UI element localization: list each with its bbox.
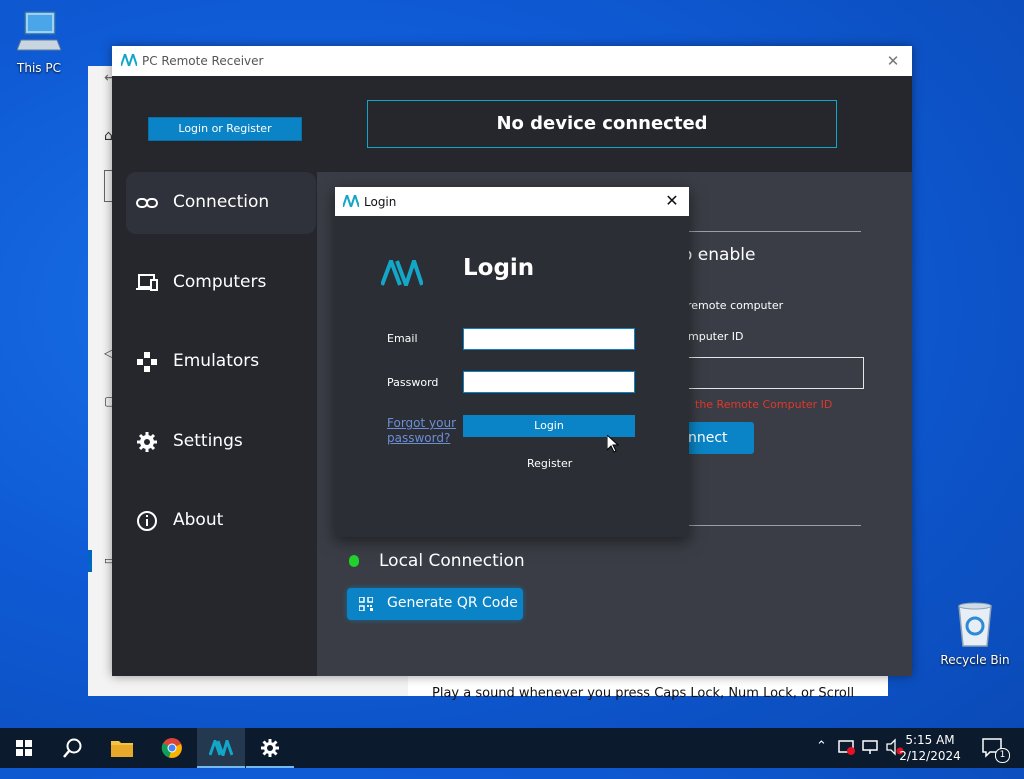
- network-warning-icon[interactable]: [838, 738, 856, 778]
- mouse-cursor-icon: [607, 435, 619, 453]
- app-logo-icon: [121, 54, 137, 66]
- sidebar-item-label: Settings: [173, 431, 243, 451]
- chrome-icon: [161, 738, 182, 758]
- connection-status-box: No device connected: [367, 100, 837, 148]
- sidebar-item-label: Emulators: [173, 351, 260, 371]
- computer-id-label-partial: mputer ID: [688, 330, 744, 343]
- section-divider-top: [672, 231, 861, 232]
- login-or-register-button[interactable]: Login or Register: [148, 117, 302, 141]
- login-button[interactable]: Login: [463, 415, 635, 437]
- clock-date: 2/12/2024: [899, 749, 961, 763]
- recycle-bin-label: Recycle Bin: [940, 653, 1010, 667]
- file-explorer-taskbar-button[interactable]: [98, 728, 146, 768]
- forgot-password-line2: password?: [387, 431, 451, 445]
- search-icon: [63, 738, 82, 758]
- selected-item-marker: [88, 550, 92, 572]
- generate-qr-code-label: Generate QR Code: [387, 595, 518, 611]
- computer-id-input[interactable]: [672, 357, 864, 389]
- search-button[interactable]: [48, 728, 96, 768]
- password-label: Password: [387, 376, 439, 389]
- gear-icon: [137, 432, 157, 452]
- recycle-bin-desktop-icon[interactable]: Recycle Bin: [940, 600, 1010, 667]
- sidebar-item-connection[interactable]: Connection: [126, 172, 316, 234]
- section-divider-bottom: [672, 525, 861, 526]
- folder-icon: [111, 741, 133, 757]
- start-button[interactable]: [0, 728, 48, 768]
- password-field[interactable]: [463, 371, 635, 393]
- recycle-bin-icon: [958, 602, 992, 647]
- local-connection-label: Local Connection: [379, 551, 525, 571]
- sidebar-item-label: Connection: [173, 192, 270, 212]
- connect-button-label: nnect: [688, 430, 728, 446]
- local-connection-status-indicator: [349, 555, 359, 567]
- login-heading: Login: [463, 255, 535, 281]
- settings-description-text: Play a sound whenever you press Caps Loc…: [432, 686, 855, 701]
- this-pc-desktop-icon[interactable]: This PC: [9, 10, 69, 75]
- generate-qr-code-button[interactable]: Generate QR Code: [347, 588, 523, 620]
- display-tray-icon[interactable]: [862, 738, 880, 778]
- login-dialog-titlebar: Login ✕: [335, 187, 689, 216]
- system-clock[interactable]: 5:15 AM 2/12/2024: [898, 732, 962, 764]
- app-titlebar: PC Remote Receiver ✕: [112, 46, 912, 76]
- app-title: PC Remote Receiver: [142, 54, 264, 68]
- computers-icon: [136, 274, 158, 291]
- register-link[interactable]: Register: [527, 457, 572, 470]
- clock-time: 5:15 AM: [905, 733, 955, 747]
- info-icon: [137, 511, 157, 531]
- sidebar-item-label: Computers: [173, 272, 267, 292]
- sidebar: Connection Computers Emulators Settings …: [112, 172, 317, 676]
- settings-taskbar-button[interactable]: [246, 728, 294, 768]
- sidebar-item-about[interactable]: About: [126, 490, 316, 552]
- email-label: Email: [387, 332, 418, 345]
- forgot-password-line1: Forgot your: [387, 416, 456, 430]
- close-icon[interactable]: ✕: [882, 50, 904, 72]
- taskbar: ⌃ 5:15 AM 2/12/2024 1: [0, 728, 1024, 768]
- show-hidden-icons-chevron-icon[interactable]: ⌃: [816, 739, 827, 779]
- this-pc-label: This PC: [17, 61, 61, 75]
- sidebar-item-settings[interactable]: Settings: [126, 411, 316, 473]
- forgot-password-link[interactable]: Forgot your password?: [387, 416, 456, 446]
- link-icon: [136, 198, 158, 208]
- login-dialog-title: Login: [364, 195, 397, 209]
- pc-remote-taskbar-button[interactable]: [197, 728, 245, 768]
- section-heading-partial: o enable: [682, 245, 756, 265]
- sidebar-item-emulators[interactable]: Emulators: [126, 331, 316, 393]
- app-logo-icon: [209, 740, 233, 756]
- login-dialog: Login ✕ Login Email Password Forgot your…: [335, 187, 689, 537]
- computer-id-error-text: the Remote Computer ID: [695, 398, 833, 411]
- notification-count-badge: 1: [995, 748, 1010, 763]
- gamepad-icon: [137, 352, 157, 372]
- computer-icon: [16, 11, 62, 51]
- app-logo-icon: [343, 195, 359, 207]
- close-icon[interactable]: ✕: [661, 190, 683, 212]
- qr-code-icon: [359, 597, 373, 611]
- sidebar-item-label: About: [173, 510, 224, 530]
- chrome-taskbar-button[interactable]: [148, 728, 196, 768]
- gear-icon: [261, 739, 279, 757]
- sidebar-item-computers[interactable]: Computers: [126, 252, 316, 314]
- app-logo-large-icon: [381, 260, 423, 286]
- email-field[interactable]: [463, 328, 635, 350]
- remote-computer-text-partial: remote computer: [687, 299, 784, 312]
- windows-logo-icon: [16, 740, 32, 756]
